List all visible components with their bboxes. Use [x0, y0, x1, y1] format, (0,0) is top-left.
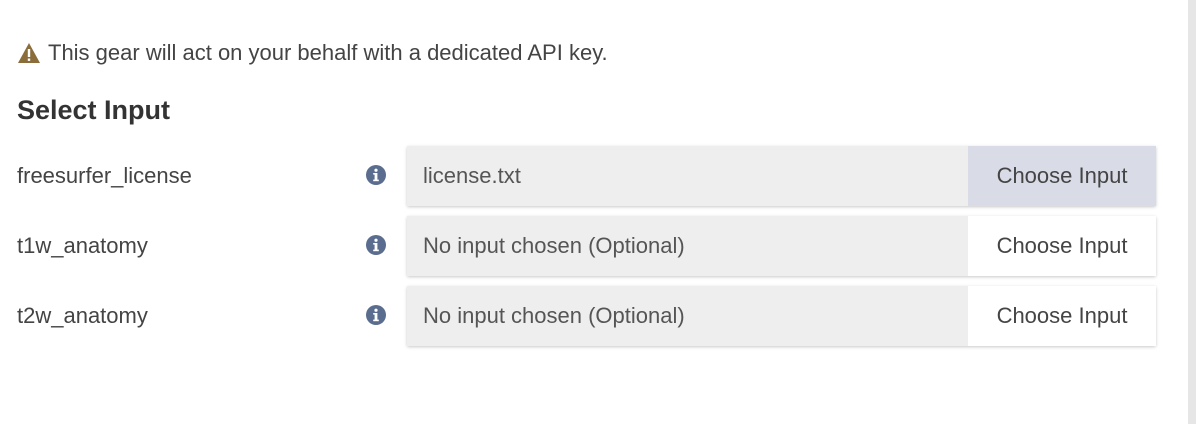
scrollbar-track[interactable] — [1188, 0, 1196, 424]
input-label: t2w_anatomy — [17, 303, 148, 328]
info-circle-icon[interactable] — [365, 234, 387, 256]
choose-input-button[interactable]: Choose Input — [968, 286, 1156, 346]
selected-file-field[interactable]: No input chosen (Optional) — [407, 286, 968, 346]
api-key-warning: This gear will act on your behalf with a… — [17, 40, 608, 66]
info-circle-icon[interactable] — [365, 304, 387, 326]
file-input-group: No input chosen (Optional) Choose Input — [407, 216, 1156, 276]
info-circle-icon[interactable] — [365, 164, 387, 186]
warning-text: This gear will act on your behalf with a… — [48, 40, 608, 65]
input-label: freesurfer_license — [17, 163, 192, 188]
input-row-t2w-anatomy: t2w_anatomy No input chosen (Optional) C… — [17, 286, 1157, 346]
input-row-freesurfer-license: freesurfer_license license.txt Choose In… — [17, 146, 1157, 206]
section-title: Select Input — [17, 95, 171, 125]
choose-input-button[interactable]: Choose Input — [968, 146, 1156, 206]
selected-file-field[interactable]: No input chosen (Optional) — [407, 216, 968, 276]
choose-input-button[interactable]: Choose Input — [968, 216, 1156, 276]
selected-file-field[interactable]: license.txt — [407, 146, 968, 206]
gear-input-panel: This gear will act on your behalf with a… — [0, 0, 1196, 424]
input-label: t1w_anatomy — [17, 233, 148, 258]
file-input-group: No input chosen (Optional) Choose Input — [407, 286, 1156, 346]
input-row-t1w-anatomy: t1w_anatomy No input chosen (Optional) C… — [17, 216, 1157, 276]
warning-triangle-icon — [18, 43, 40, 63]
file-input-group: license.txt Choose Input — [407, 146, 1156, 206]
